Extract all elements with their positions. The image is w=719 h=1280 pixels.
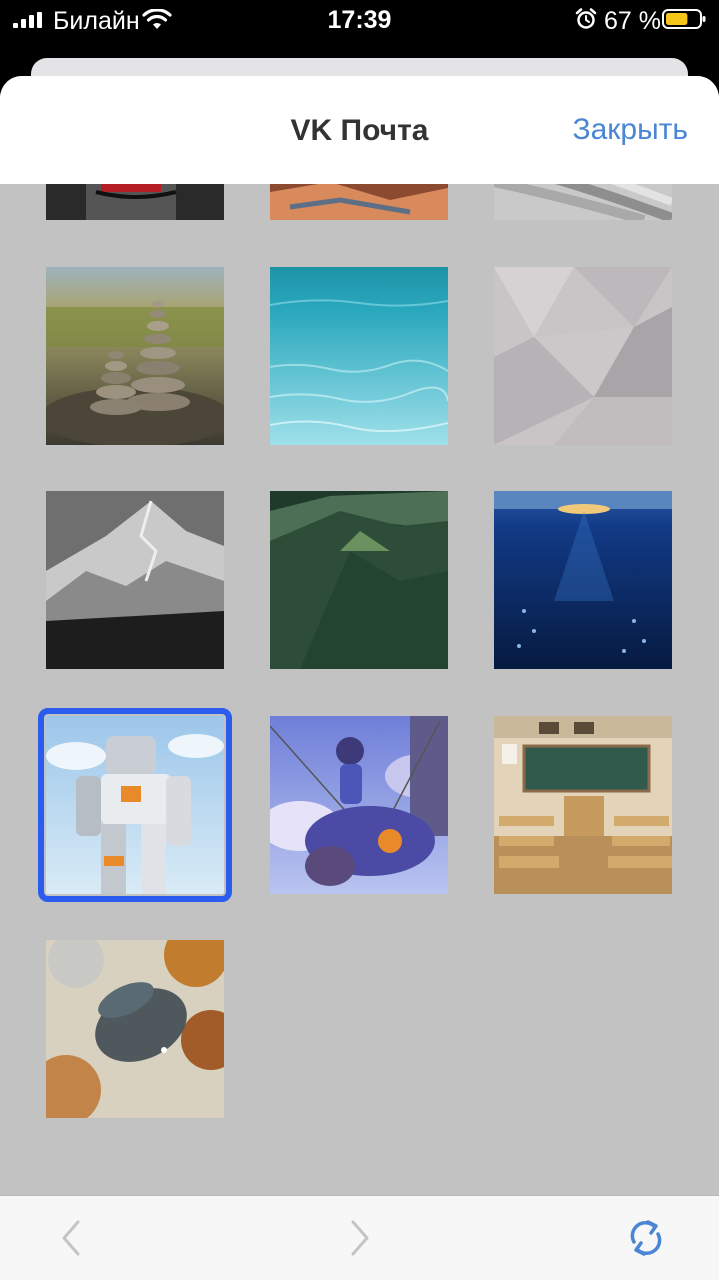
wallpaper-anime-girl-scooter[interactable] bbox=[270, 716, 448, 894]
wallpaper-sheet: VK Почта Закрыть bbox=[0, 76, 719, 1280]
sheet-header: VK Почта Закрыть bbox=[0, 76, 719, 184]
wallpaper-grid bbox=[0, 76, 719, 1196]
bottom-toolbar bbox=[0, 1195, 719, 1280]
wallpaper-green-hills[interactable] bbox=[270, 491, 448, 669]
battery-icon bbox=[662, 9, 706, 29]
alarm-icon bbox=[575, 8, 597, 29]
refresh-icon[interactable] bbox=[624, 1216, 668, 1260]
wallpaper-glass-cups[interactable] bbox=[46, 940, 224, 1118]
wallpaper-anime-classroom[interactable] bbox=[494, 716, 672, 894]
battery-percent: 67 % bbox=[604, 7, 661, 35]
chevron-left-icon[interactable] bbox=[50, 1216, 94, 1260]
wallpaper-deep-ocean[interactable] bbox=[494, 491, 672, 669]
wallpaper-snowy-mountains[interactable] bbox=[46, 491, 224, 669]
wallpaper-robot[interactable] bbox=[38, 708, 232, 902]
chevron-right-icon[interactable] bbox=[337, 1216, 381, 1260]
wallpaper-grey-polygons[interactable] bbox=[494, 267, 672, 445]
wallpaper-stone-cairns[interactable] bbox=[46, 267, 224, 445]
status-bar: Билайн 17:39 67 % bbox=[0, 0, 719, 44]
wallpaper-underwater-turquoise[interactable] bbox=[270, 267, 448, 445]
close-button[interactable]: Закрыть bbox=[572, 113, 688, 147]
